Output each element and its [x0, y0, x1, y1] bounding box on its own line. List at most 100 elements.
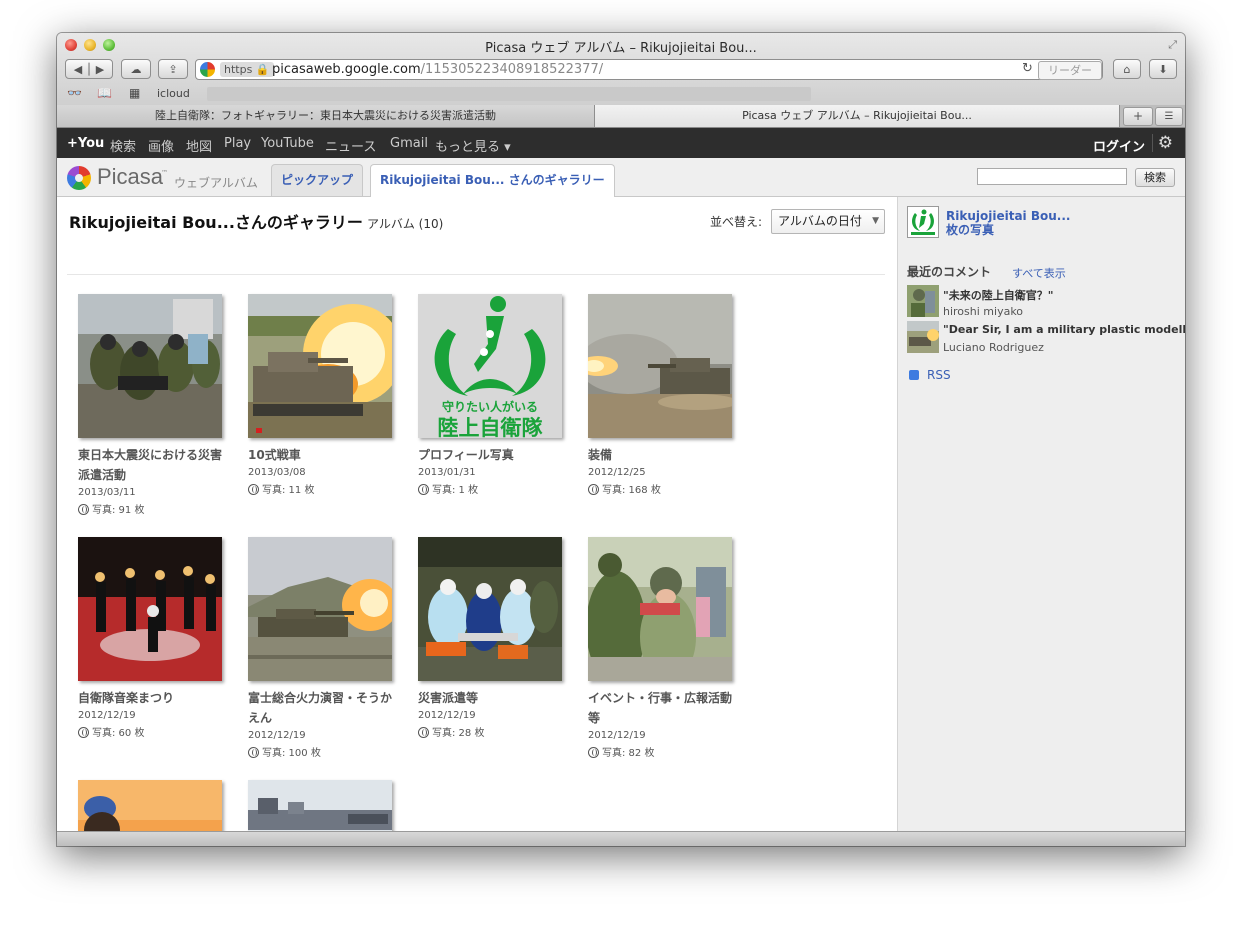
bookmarks-bar-filler [207, 87, 811, 101]
album-count-label: 写真: 91 枚 [78, 501, 144, 516]
gbar-more[interactable]: もっと見る ▾ [435, 136, 511, 155]
globe-icon [418, 484, 429, 495]
album-date: 2013/03/11 [78, 487, 136, 498]
profile-avatar[interactable] [907, 206, 939, 238]
back-forward-button[interactable]: ◀ │ ▶ [65, 59, 113, 79]
show-all-link[interactable]: すべて表示 [1012, 265, 1066, 281]
url-text[interactable]: picasaweb.google.com/1153052234089185223… [272, 62, 603, 77]
chevron-down-icon: ▼ [872, 216, 879, 226]
album-thumbnail[interactable]: 守りたい人がいる 陸上自衛隊 [418, 294, 562, 438]
search-button[interactable]: 検索 [1135, 168, 1175, 187]
gbar-news[interactable]: ニュース [325, 136, 376, 155]
gbar-gmail[interactable]: Gmail [390, 136, 428, 151]
album-thumbnail[interactable] [248, 537, 392, 681]
picasa-logo-subtitle: ウェブアルバム [174, 176, 258, 190]
comment-text[interactable]: "未来の陸上自衛官？" [943, 287, 1053, 303]
picasa-logo-icon[interactable] [67, 166, 91, 190]
reading-list-icon[interactable]: 👓 [67, 86, 82, 100]
comment-thumbnail[interactable] [907, 285, 939, 317]
album-date: 2012/12/19 [588, 730, 646, 741]
picasa-logo-tm: ™ [161, 169, 168, 177]
profile-name[interactable]: Rikujojieitai Bou... 枚の写真 [946, 209, 1070, 237]
gbar-youtube[interactable]: YouTube [261, 136, 314, 151]
album-title[interactable]: 装備 [588, 445, 738, 465]
rss-link[interactable]: RSS [927, 368, 951, 382]
tab-overview-icon[interactable]: ☰ [1155, 107, 1183, 126]
profile-photo-count[interactable]: 枚の写真 [946, 223, 994, 237]
album-count-label: 写真: 11 枚 [248, 481, 314, 496]
globe-icon [418, 727, 429, 738]
album-date: 2013/01/31 [418, 467, 476, 478]
new-tab-button[interactable]: + [1123, 107, 1153, 126]
album-thumbnail[interactable] [78, 294, 222, 438]
album-title[interactable]: 自衛隊音楽まつり [78, 688, 228, 708]
album-count-label: 写真: 168 枚 [588, 481, 661, 496]
gbar-maps[interactable]: 地図 [186, 136, 212, 155]
comment-user[interactable]: hiroshi miyako [943, 305, 1023, 318]
gbar-play[interactable]: Play [224, 136, 251, 151]
album-count-label: 写真: 100 枚 [248, 744, 321, 759]
comment-user[interactable]: Luciano Rodriguez [943, 341, 1044, 354]
top-sites-icon[interactable]: ▦ [129, 86, 140, 100]
downloads-icon[interactable]: ⬇ [1149, 59, 1177, 79]
login-button[interactable]: ログイン [1093, 136, 1145, 155]
reload-icon[interactable]: ↻ [1022, 61, 1033, 76]
picasa-page: Picasa ™ ウェブアルバム ピックアップ Rikujojieitai Bo… [57, 158, 1185, 846]
gbar-search[interactable]: 検索 [110, 136, 136, 155]
album-thumbnail[interactable] [588, 294, 732, 438]
gbar-plus-you[interactable]: +You [67, 136, 104, 151]
album-title[interactable]: 10式戦車 [248, 445, 398, 465]
icloud-tabs-icon[interactable]: ☁ [121, 59, 151, 79]
album-thumbnail[interactable] [588, 537, 732, 681]
album-count: アルバム (10) [366, 217, 444, 231]
window-title: Picasa ウェブ アルバム – Rikujojieitai Bou... [485, 41, 757, 56]
bookmarks-icon[interactable]: 📖 [97, 86, 112, 100]
sort-select[interactable]: アルバムの日付 ▼ [771, 209, 885, 234]
site-favicon-icon [200, 62, 215, 77]
home-icon[interactable]: ⌂ [1113, 59, 1141, 79]
divider [67, 274, 885, 275]
album-title[interactable]: イベント・行事・広報活動等 [588, 688, 738, 728]
album-date: 2012/12/25 [588, 467, 646, 478]
address-bar[interactable]: https 🔒 picasaweb.google.com/11530522340… [195, 59, 1103, 80]
globe-icon [588, 484, 599, 495]
comment-thumbnail[interactable] [907, 321, 939, 353]
reader-button[interactable]: リーダー [1038, 61, 1102, 80]
google-bar: +You 検索 画像 地図 Play YouTube ニュース Gmail もっ… [57, 128, 1185, 158]
album-count-label: 写真: 1 枚 [418, 481, 478, 496]
gbar-images[interactable]: 画像 [148, 136, 174, 155]
album-thumbnail[interactable] [248, 294, 392, 438]
album-date: 2013/03/08 [248, 467, 306, 478]
globe-icon [248, 747, 259, 758]
picasa-logo-text[interactable]: Picasa [97, 164, 163, 190]
recent-comments-title: 最近のコメント [907, 265, 992, 279]
search-input[interactable] [977, 168, 1127, 185]
gbar-separator [1152, 134, 1153, 152]
gallery-main: Rikujojieitai Bou...さんのギャラリー アルバム (10) 並べ… [57, 197, 897, 846]
album-title[interactable]: 災害派遣等 [418, 688, 568, 708]
profile-logo-line2: 陸上自衛隊 [437, 416, 543, 438]
gear-icon[interactable]: ⚙ [1158, 133, 1173, 153]
https-badge: https 🔒 [220, 62, 274, 77]
album-title[interactable]: プロフィール写真 [418, 445, 568, 465]
tab-photo-gallery[interactable]: 陸上自衛隊：フォトギャラリー：東日本大震災における災害派遣活動 [57, 105, 595, 127]
status-bar [57, 831, 1185, 846]
picasa-header: Picasa ™ ウェブアルバム ピックアップ Rikujojieitai Bo… [57, 158, 1185, 197]
album-count-label: 写真: 60 枚 [78, 724, 144, 739]
share-icon[interactable]: ⇪ [158, 59, 188, 79]
tab-picasa-albums[interactable]: Picasa ウェブ アルバム – Rikujojieitai Bou... [595, 105, 1120, 127]
album-title[interactable]: 富士総合火力演習・そうかえん [248, 688, 398, 728]
tab-gallery[interactable]: Rikujojieitai Bou... さんのギャラリー [370, 164, 615, 197]
comment-text[interactable]: "Dear Sir, I am a military plastic model… [943, 323, 1185, 336]
bookmark-icloud[interactable]: icloud [157, 87, 190, 100]
globe-icon [78, 504, 89, 515]
album-thumbnail[interactable] [418, 537, 562, 681]
sidebar: Rikujojieitai Bou... 枚の写真 最近のコメント すべて表示 "… [897, 197, 1185, 831]
rss-icon[interactable] [909, 370, 919, 380]
fullscreen-icon[interactable]: ⤢ [1168, 38, 1177, 52]
page-title: Rikujojieitai Bou...さんのギャラリー アルバム (10) [69, 213, 444, 232]
album-title[interactable]: 東日本大震災における災害派遣活動 [78, 445, 228, 485]
tab-pickup[interactable]: ピックアップ [271, 164, 364, 196]
album-thumbnail[interactable] [78, 537, 222, 681]
sort-label: 並べ替え: [710, 215, 763, 229]
